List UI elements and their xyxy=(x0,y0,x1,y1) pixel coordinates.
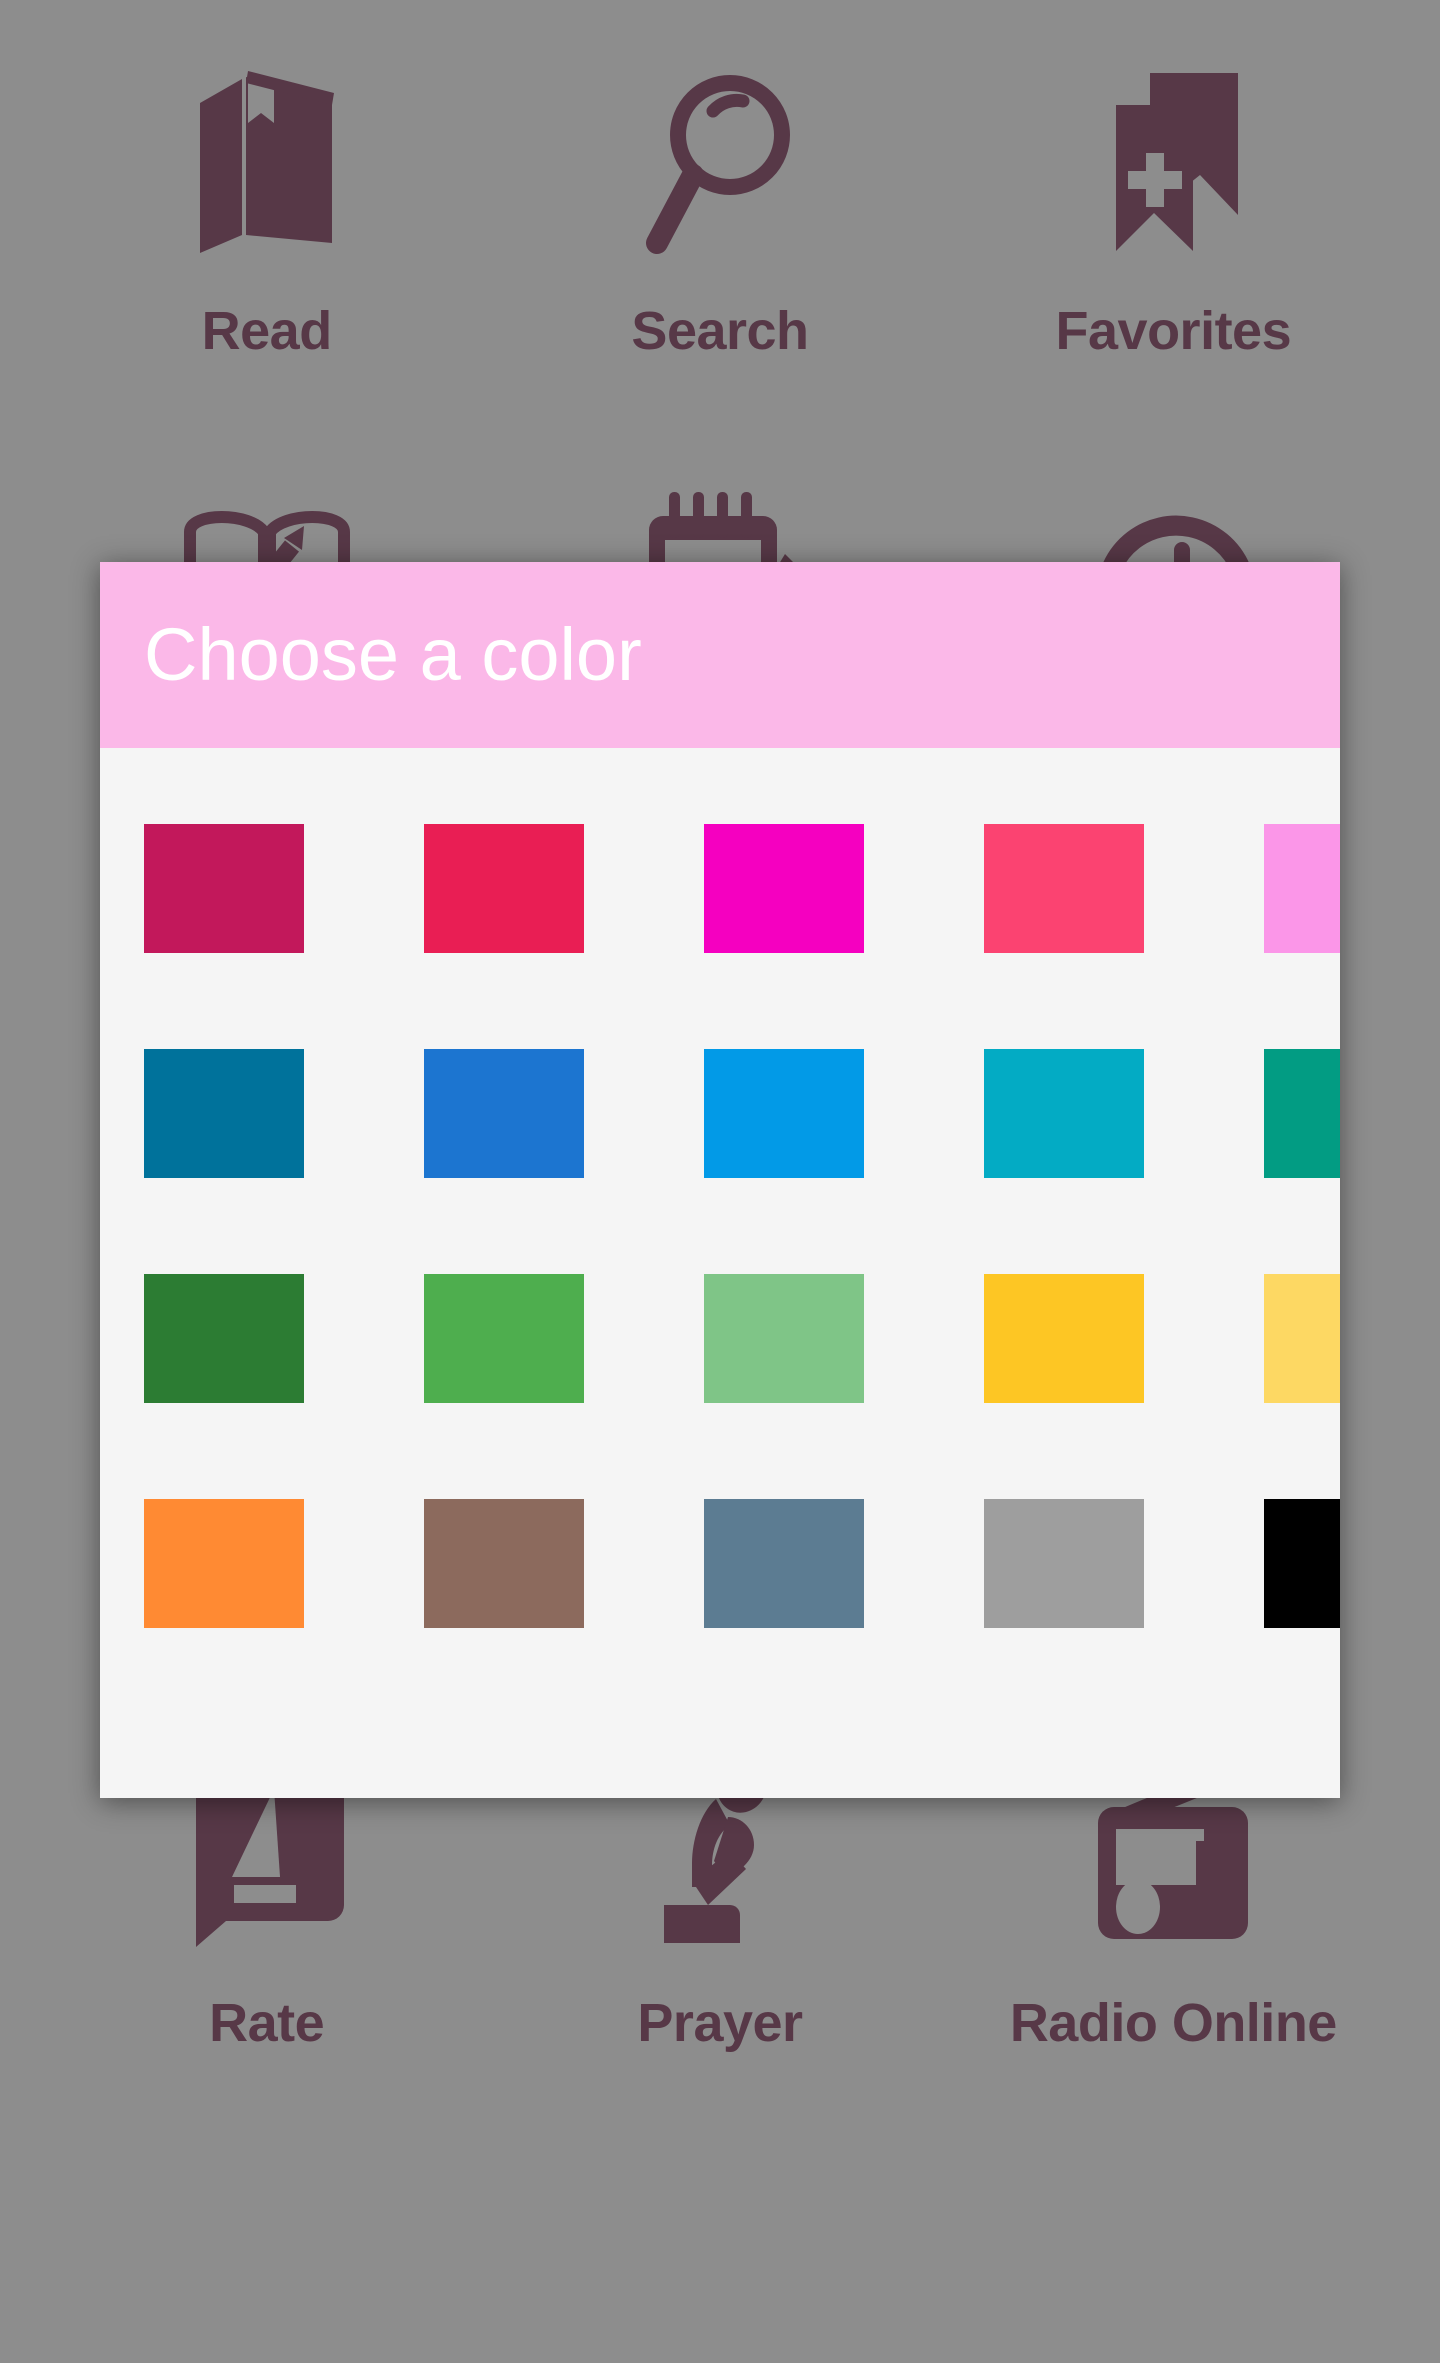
color-swatch-orange[interactable] xyxy=(144,1499,304,1628)
color-swatch-yellow-light[interactable] xyxy=(1264,1274,1340,1403)
color-swatch-teal[interactable] xyxy=(1264,1049,1340,1178)
dialog-header: Choose a color xyxy=(100,562,1340,748)
color-swatch-green-light[interactable] xyxy=(704,1274,864,1403)
choose-color-dialog: Choose a color xyxy=(100,562,1340,1798)
color-swatch-pink-dark[interactable] xyxy=(144,824,304,953)
dialog-title: Choose a color xyxy=(144,613,642,696)
color-swatch-brown[interactable] xyxy=(424,1499,584,1628)
color-swatch-cyan[interactable] xyxy=(984,1049,1144,1178)
color-swatch-blue[interactable] xyxy=(424,1049,584,1178)
color-swatch-grid xyxy=(144,824,1340,1628)
color-swatch-amber[interactable] xyxy=(984,1274,1144,1403)
color-swatch-magenta[interactable] xyxy=(704,824,864,953)
color-swatch-blue-grey[interactable] xyxy=(704,1499,864,1628)
color-swatch-crimson[interactable] xyxy=(424,824,584,953)
color-swatch-light-blue[interactable] xyxy=(704,1049,864,1178)
dialog-body xyxy=(100,748,1340,1724)
color-swatch-grey[interactable] xyxy=(984,1499,1144,1628)
color-swatch-pink-light[interactable] xyxy=(1264,824,1340,953)
color-swatch-teal-blue-dark[interactable] xyxy=(144,1049,304,1178)
color-swatch-pink[interactable] xyxy=(984,824,1144,953)
color-swatch-green-dark[interactable] xyxy=(144,1274,304,1403)
color-swatch-green[interactable] xyxy=(424,1274,584,1403)
color-swatch-black[interactable] xyxy=(1264,1499,1340,1628)
